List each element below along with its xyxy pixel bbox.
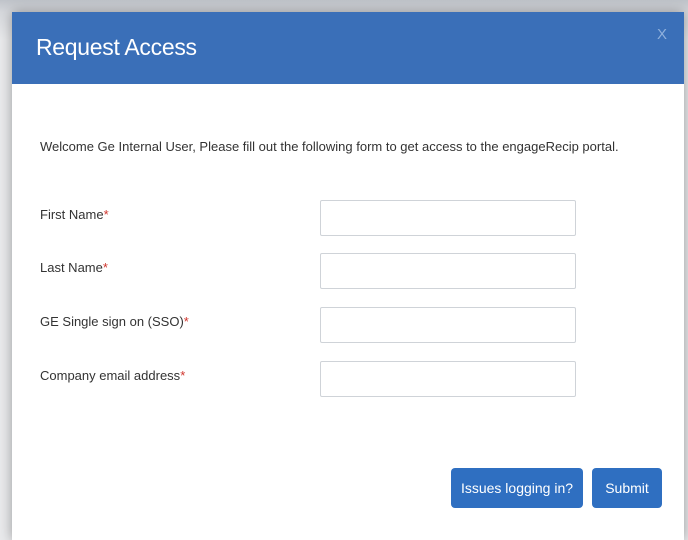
intro-text: Welcome Ge Internal User, Please fill ou…	[40, 139, 619, 154]
sso-label: GE Single sign on (SSO)*	[40, 314, 189, 329]
last-name-label-text: Last Name	[40, 260, 103, 275]
request-access-dialog: Request Access X Welcome Ge Internal Use…	[12, 12, 684, 540]
required-asterisk: *	[102, 260, 108, 275]
sso-input[interactable]	[320, 307, 576, 343]
required-asterisk: *	[180, 368, 186, 383]
first-name-label-text: First Name	[40, 207, 104, 222]
first-name-input[interactable]	[320, 200, 576, 236]
company-email-input[interactable]	[320, 361, 576, 397]
dialog-title: Request Access	[36, 34, 197, 60]
submit-button[interactable]: Submit	[592, 468, 662, 508]
required-asterisk: *	[103, 207, 109, 222]
first-name-label: First Name*	[40, 207, 109, 222]
company-email-label: Company email address*	[40, 368, 185, 383]
required-asterisk: *	[183, 314, 189, 329]
dialog-header: Request Access X	[12, 12, 684, 84]
last-name-input[interactable]	[320, 253, 576, 289]
company-email-label-text: Company email address	[40, 368, 181, 383]
last-name-label: Last Name*	[40, 260, 108, 275]
close-icon[interactable]: X	[654, 26, 670, 44]
issues-logging-in-button[interactable]: Issues logging in?	[451, 468, 583, 508]
sso-label-text: GE Single sign on (SSO)	[40, 314, 184, 329]
